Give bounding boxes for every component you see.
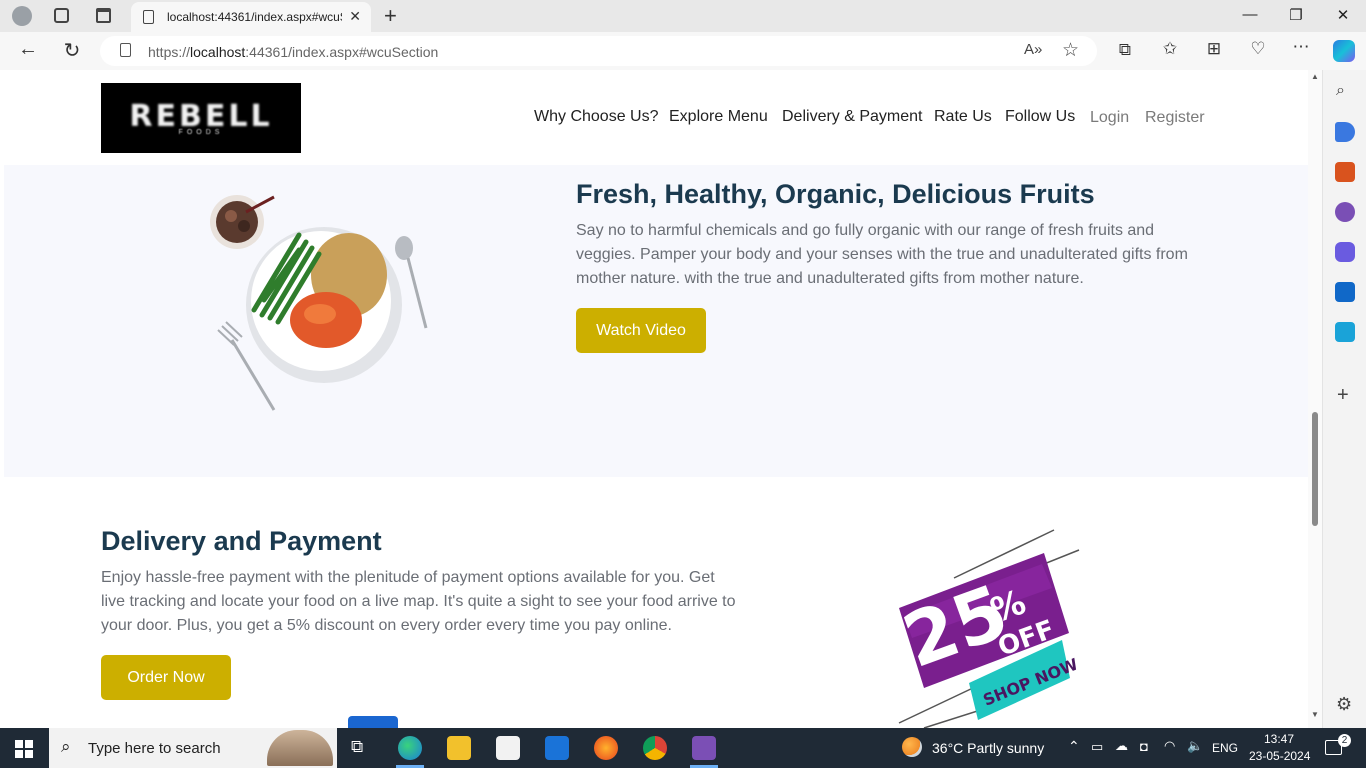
nav-explore-menu[interactable]: Explore Menu — [669, 108, 768, 126]
order-now-button[interactable]: Order Now — [101, 655, 231, 700]
shopping-tag-icon[interactable] — [1335, 122, 1355, 142]
notifications-count: 2 — [1338, 734, 1351, 747]
split-screen-icon[interactable]: ⧉ — [1114, 40, 1136, 60]
search-icon: ⌕ — [61, 737, 71, 756]
outlook-icon[interactable] — [1335, 282, 1355, 302]
read-aloud-icon[interactable]: A» — [1024, 41, 1042, 58]
chrome-icon[interactable] — [643, 736, 667, 760]
weather-icon[interactable] — [902, 737, 922, 757]
onedrive-icon[interactable]: ☁ — [1115, 738, 1128, 754]
collections-icon[interactable]: ⊞ — [1203, 39, 1225, 59]
search-highlight-image — [267, 730, 333, 766]
edge-taskbar-icon[interactable] — [398, 736, 422, 760]
browser-toolbar: ← ↻ https://localhost:44361/index.aspx#w… — [0, 32, 1366, 70]
nav-follow-us[interactable]: Follow Us — [1005, 108, 1075, 126]
weather-text[interactable]: 36°C Partly sunny — [932, 740, 1044, 756]
wcu-heading: Fresh, Healthy, Organic, Delicious Fruit… — [576, 179, 1095, 209]
wifi-icon[interactable]: ◠ — [1164, 738, 1175, 754]
microsoft-365-icon[interactable] — [1335, 242, 1355, 262]
profile-icon[interactable] — [12, 6, 32, 26]
logo-subtext: FOODS — [178, 129, 224, 136]
url-host: localhost — [190, 44, 246, 60]
scrollbar-thumb[interactable] — [1312, 412, 1318, 526]
watch-video-button[interactable]: Watch Video — [576, 308, 706, 353]
browser-tab-bar: localhost:44361/index.aspx#wcuSection ✕ … — [0, 0, 1366, 32]
close-window-icon[interactable]: ✕ — [1333, 6, 1353, 24]
camera-icon[interactable]: ◘ — [1140, 739, 1148, 754]
taskbar-search-box[interactable]: ⌕ Type here to search — [49, 728, 337, 768]
mail-icon[interactable] — [545, 736, 569, 760]
language-indicator[interactable]: ENG — [1212, 741, 1238, 755]
url-path: :44361/index.aspx#wcuSection — [245, 44, 439, 60]
delivery-heading: Delivery and Payment — [101, 526, 382, 556]
scroll-down-icon[interactable]: ▼ — [1311, 710, 1319, 719]
volume-icon[interactable]: 🔈 — [1187, 738, 1203, 754]
lock-icon[interactable] — [120, 43, 131, 57]
discount-badge-image: 25 % OFF SHOP NOW — [894, 529, 1081, 728]
wcu-paragraph: Say no to harmful chemicals and go fully… — [576, 222, 1188, 287]
show-hidden-icons-icon[interactable]: ⌃ — [1068, 738, 1080, 755]
url-text[interactable]: https://localhost:44361/index.aspx#wcuSe… — [148, 44, 438, 60]
file-explorer-icon[interactable] — [447, 736, 471, 760]
browser-essentials-icon[interactable]: ♡ — [1247, 39, 1269, 59]
favorite-star-icon[interactable]: ☆ — [1062, 39, 1079, 62]
clock-time[interactable]: 13:47 — [1264, 732, 1294, 746]
nav-rate-us[interactable]: Rate Us — [934, 108, 992, 126]
search-icon[interactable]: ⌕ — [1336, 82, 1345, 100]
search-placeholder: Type here to search — [88, 740, 221, 757]
copilot-icon[interactable] — [1333, 40, 1355, 62]
back-icon[interactable]: ← — [17, 38, 39, 61]
more-options-icon[interactable]: ⋯ — [1290, 37, 1312, 57]
nav-register[interactable]: Register — [1145, 109, 1205, 127]
minimize-icon[interactable]: — — [1240, 6, 1260, 23]
why-choose-us-section: Fresh, Healthy, Organic, Delicious Fruit… — [4, 165, 1308, 477]
nav-why-choose-us[interactable]: Why Choose Us? — [534, 108, 659, 126]
visual-studio-icon[interactable] — [692, 736, 716, 760]
site-navbar: REBELL FOODS Why Choose Us? Explore Menu… — [4, 70, 1308, 165]
task-view-icon[interactable]: ⧉ — [351, 737, 363, 757]
windows-taskbar: ⌕ Type here to search ⧉ 36°C Partly sunn… — [0, 728, 1366, 768]
workspaces-icon[interactable] — [54, 8, 69, 23]
tab-title: localhost:44361/index.aspx#wcuSection — [167, 10, 342, 24]
food-plate-image — [210, 195, 428, 411]
address-bar[interactable]: https://localhost:44361/index.aspx#wcuSe… — [100, 36, 1097, 66]
nav-login[interactable]: Login — [1090, 109, 1129, 127]
scroll-up-icon[interactable]: ▲ — [1311, 72, 1319, 81]
restore-icon[interactable]: ❐ — [1286, 6, 1306, 24]
microsoft-store-icon[interactable] — [496, 736, 520, 760]
add-sidebar-app-icon[interactable]: + — [1337, 384, 1349, 407]
web-page: REBELL FOODS Why Choose Us? Explore Menu… — [4, 70, 1308, 728]
send-icon[interactable] — [1335, 322, 1355, 342]
browser-tab-active[interactable]: localhost:44361/index.aspx#wcuSection ✕ — [131, 2, 371, 32]
device-icon[interactable]: ▭ — [1091, 739, 1103, 755]
edge-sidebar: ⌕ + ⚙ — [1322, 70, 1366, 728]
tab-actions-icon[interactable] — [96, 8, 111, 23]
settings-gear-icon[interactable]: ⚙ — [1336, 694, 1352, 715]
clock-date[interactable]: 23-05-2024 — [1249, 749, 1310, 763]
games-icon[interactable] — [1335, 202, 1355, 222]
refresh-icon[interactable]: ↻ — [61, 38, 83, 63]
close-tab-icon[interactable]: ✕ — [349, 8, 361, 25]
new-tab-icon[interactable]: + — [384, 3, 397, 29]
page-icon — [143, 10, 154, 24]
firefox-icon[interactable] — [594, 736, 618, 760]
tools-icon[interactable] — [1335, 162, 1355, 182]
windows-start-icon[interactable] — [15, 740, 33, 758]
site-logo[interactable]: REBELL FOODS — [101, 83, 301, 153]
partial-blue-element — [348, 716, 398, 728]
nav-delivery-payment[interactable]: Delivery & Payment — [782, 108, 923, 126]
favorites-icon[interactable]: ✩ — [1159, 39, 1181, 59]
url-prefix: https:// — [148, 44, 191, 60]
delivery-paragraph: Enjoy hassle-free payment with the pleni… — [101, 569, 736, 634]
page-scrollbar[interactable]: ▲ ▼ — [1308, 70, 1322, 728]
